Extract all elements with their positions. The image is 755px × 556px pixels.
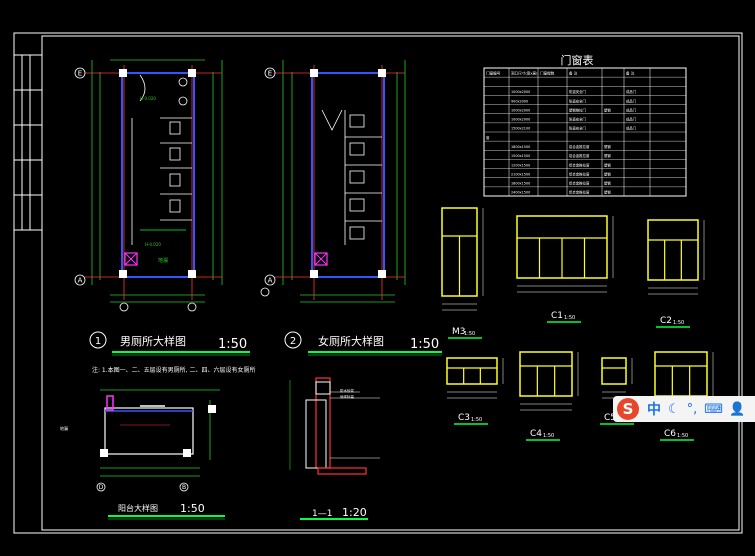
elevation-c1: C1 1:50 (516, 215, 614, 323)
table-cell: 成品门 (626, 107, 637, 112)
plan2-title-text: 女厕所大样图 (318, 334, 384, 348)
svg-text:地漏: 地漏 (60, 425, 68, 431)
plan1-number: 1 (95, 336, 101, 347)
elevation-scale: 1:50 (564, 315, 575, 321)
elevation-scale: 1:50 (677, 433, 688, 439)
binding-strip (13, 33, 42, 533)
plan1-title-text: 男厕所大样图 (120, 334, 186, 348)
table-cell: 铝合金推拉窗 (569, 181, 590, 186)
elevation-label: C1 (551, 311, 563, 321)
axis-bottom-label: A (78, 277, 83, 285)
axis-right-label: B (182, 484, 186, 491)
table-header-cell: 备 注 (626, 70, 635, 75)
table-cell: 成品门 (626, 98, 637, 103)
table-cell: 1000x2000 (511, 108, 530, 112)
user-icon[interactable]: 👤 (729, 402, 745, 417)
plan2-number: 2 (290, 336, 296, 347)
male-toilet-plan: H-0.020 H-0.020 地漏 E A (74, 59, 223, 312)
axis-top-label: E (268, 70, 272, 78)
table-cell: 防盗安全门 (569, 89, 587, 94)
table-cell: 成品门 (626, 126, 637, 131)
axis-top-label: E (78, 70, 82, 78)
plan1-title: 1 男厕所大样图 1:50 (89, 331, 250, 356)
elevation-scale: 1:50 (471, 417, 482, 423)
elevation-label: C3 (458, 413, 470, 423)
table-cell: 防盗安全门 (569, 98, 587, 103)
table-cell: 铝合金推拉窗 (569, 153, 590, 158)
input-mode-toggle[interactable]: 中 (647, 399, 661, 419)
svg-text:防水砂浆: 防水砂浆 (340, 388, 354, 393)
table-cell: 成品门 (626, 89, 637, 94)
ime-toolbar[interactable]: S 中 ☾ °, ⌨ 👤 (613, 396, 755, 422)
elevation-scale: 1:50 (543, 433, 554, 439)
elevation-label: C4 (530, 429, 542, 439)
table-cell: 塑钢 (604, 144, 611, 149)
table-cell: 1800x1500 (511, 145, 530, 149)
elevation-c2: C2 1:50 (647, 219, 705, 328)
table-cell: 1500x1500 (511, 154, 530, 158)
table-header-cell: 洞口尺寸(宽x高) (511, 70, 538, 75)
svg-text:H-0.020: H-0.020 (140, 96, 156, 101)
table-header-cell: 门窗编号 (486, 70, 501, 75)
balcony-title: 阳台大样图 (118, 503, 158, 513)
female-toilet-plan: E A (260, 60, 406, 303)
plan2-scale: 1:50 (410, 337, 439, 352)
table-cell: 铝合金推拉窗 (569, 190, 590, 195)
table-cell: 1200x1500 (511, 163, 530, 167)
elevation-label: C2 (660, 316, 672, 326)
table-cell: 铝合金推拉窗 (569, 171, 590, 176)
table-cell: 1800x1500 (511, 182, 530, 186)
section-scale: 1:20 (342, 506, 367, 519)
keyboard-icon[interactable]: ⌨ (704, 402, 723, 417)
elevation-c3: C3 1:50 (446, 357, 504, 425)
table-cell: 1000x2000 (511, 118, 530, 122)
table-cell: 铝合金推拉窗 (569, 144, 590, 149)
section-title: 1—1 (312, 509, 332, 519)
table-header-cell: 门窗樘数 (540, 70, 555, 75)
table-cell: 2400x1500 (511, 191, 530, 195)
table-cell: 防盗安全门 (569, 117, 587, 122)
axis-left-label: D (99, 484, 104, 491)
balcony-plan: 地漏 D B 阳台大样图 1:50 (60, 389, 225, 520)
plan2-title: 2 女厕所大样图 1:50 (284, 331, 442, 356)
svg-text:地坪标高: 地坪标高 (340, 394, 354, 399)
door-window-table: 门窗表 门窗编号 洞口尺寸(宽x高) 门窗樘数 备 注 备 注 1000x2000 防盗安全… (483, 53, 687, 197)
table-cell: 窗 (486, 135, 490, 140)
table-cell: 防盗安全门 (569, 126, 587, 131)
elevation-m3: M31:50 (441, 207, 484, 339)
elevation-c4: C4 1:50 (519, 351, 579, 441)
axis-bottom-label: A (268, 277, 273, 285)
table-cell: 塑钢 (604, 190, 611, 195)
table-cell: 2100x1500 (511, 172, 530, 176)
balcony-scale: 1:50 (180, 502, 205, 515)
table-cell: 塑钢 (604, 181, 611, 186)
table-title: 门窗表 (561, 53, 594, 67)
section-1-1: 防水砂浆 地坪标高 1—1 1:20 (289, 377, 380, 520)
elevation-label: C6 (664, 429, 676, 439)
elevation-scale: 1:50 (673, 320, 684, 326)
table-cell: 1500x2100 (511, 127, 530, 131)
elevation-scale: 1:50 (464, 331, 475, 337)
svg-text:H-0.020: H-0.020 (145, 242, 161, 247)
table-cell: 塑钢 (604, 162, 611, 167)
table-cell: 塑钢 (604, 107, 611, 112)
svg-text:地漏: 地漏 (158, 257, 168, 264)
table-header-cell: 备 注 (569, 70, 578, 75)
table-cell: 塑钢 (604, 171, 611, 176)
plan1-scale: 1:50 (218, 337, 247, 352)
punctuation-icon[interactable]: °, (687, 402, 698, 417)
floor-note: 注: 1.本图一、二、五层设有男厕所, 二、四、六层设有女厕所 (92, 366, 255, 374)
sogou-logo[interactable]: S (617, 398, 639, 420)
table-cell: 900x2000 (511, 99, 528, 103)
table-cell: 1000x2000 (511, 90, 530, 94)
table-cell: 铝合金推拉窗 (569, 162, 590, 167)
moon-icon[interactable]: ☾ (668, 402, 680, 417)
cad-drawing: H-0.020 H-0.020 地漏 E A E A 1 男厕所大样图 1:50… (13, 32, 743, 534)
table-cell: 成品门 (626, 117, 637, 122)
table-cell: 塑钢 (604, 153, 611, 158)
table-cell: 塑钢推拉门 (569, 107, 587, 112)
